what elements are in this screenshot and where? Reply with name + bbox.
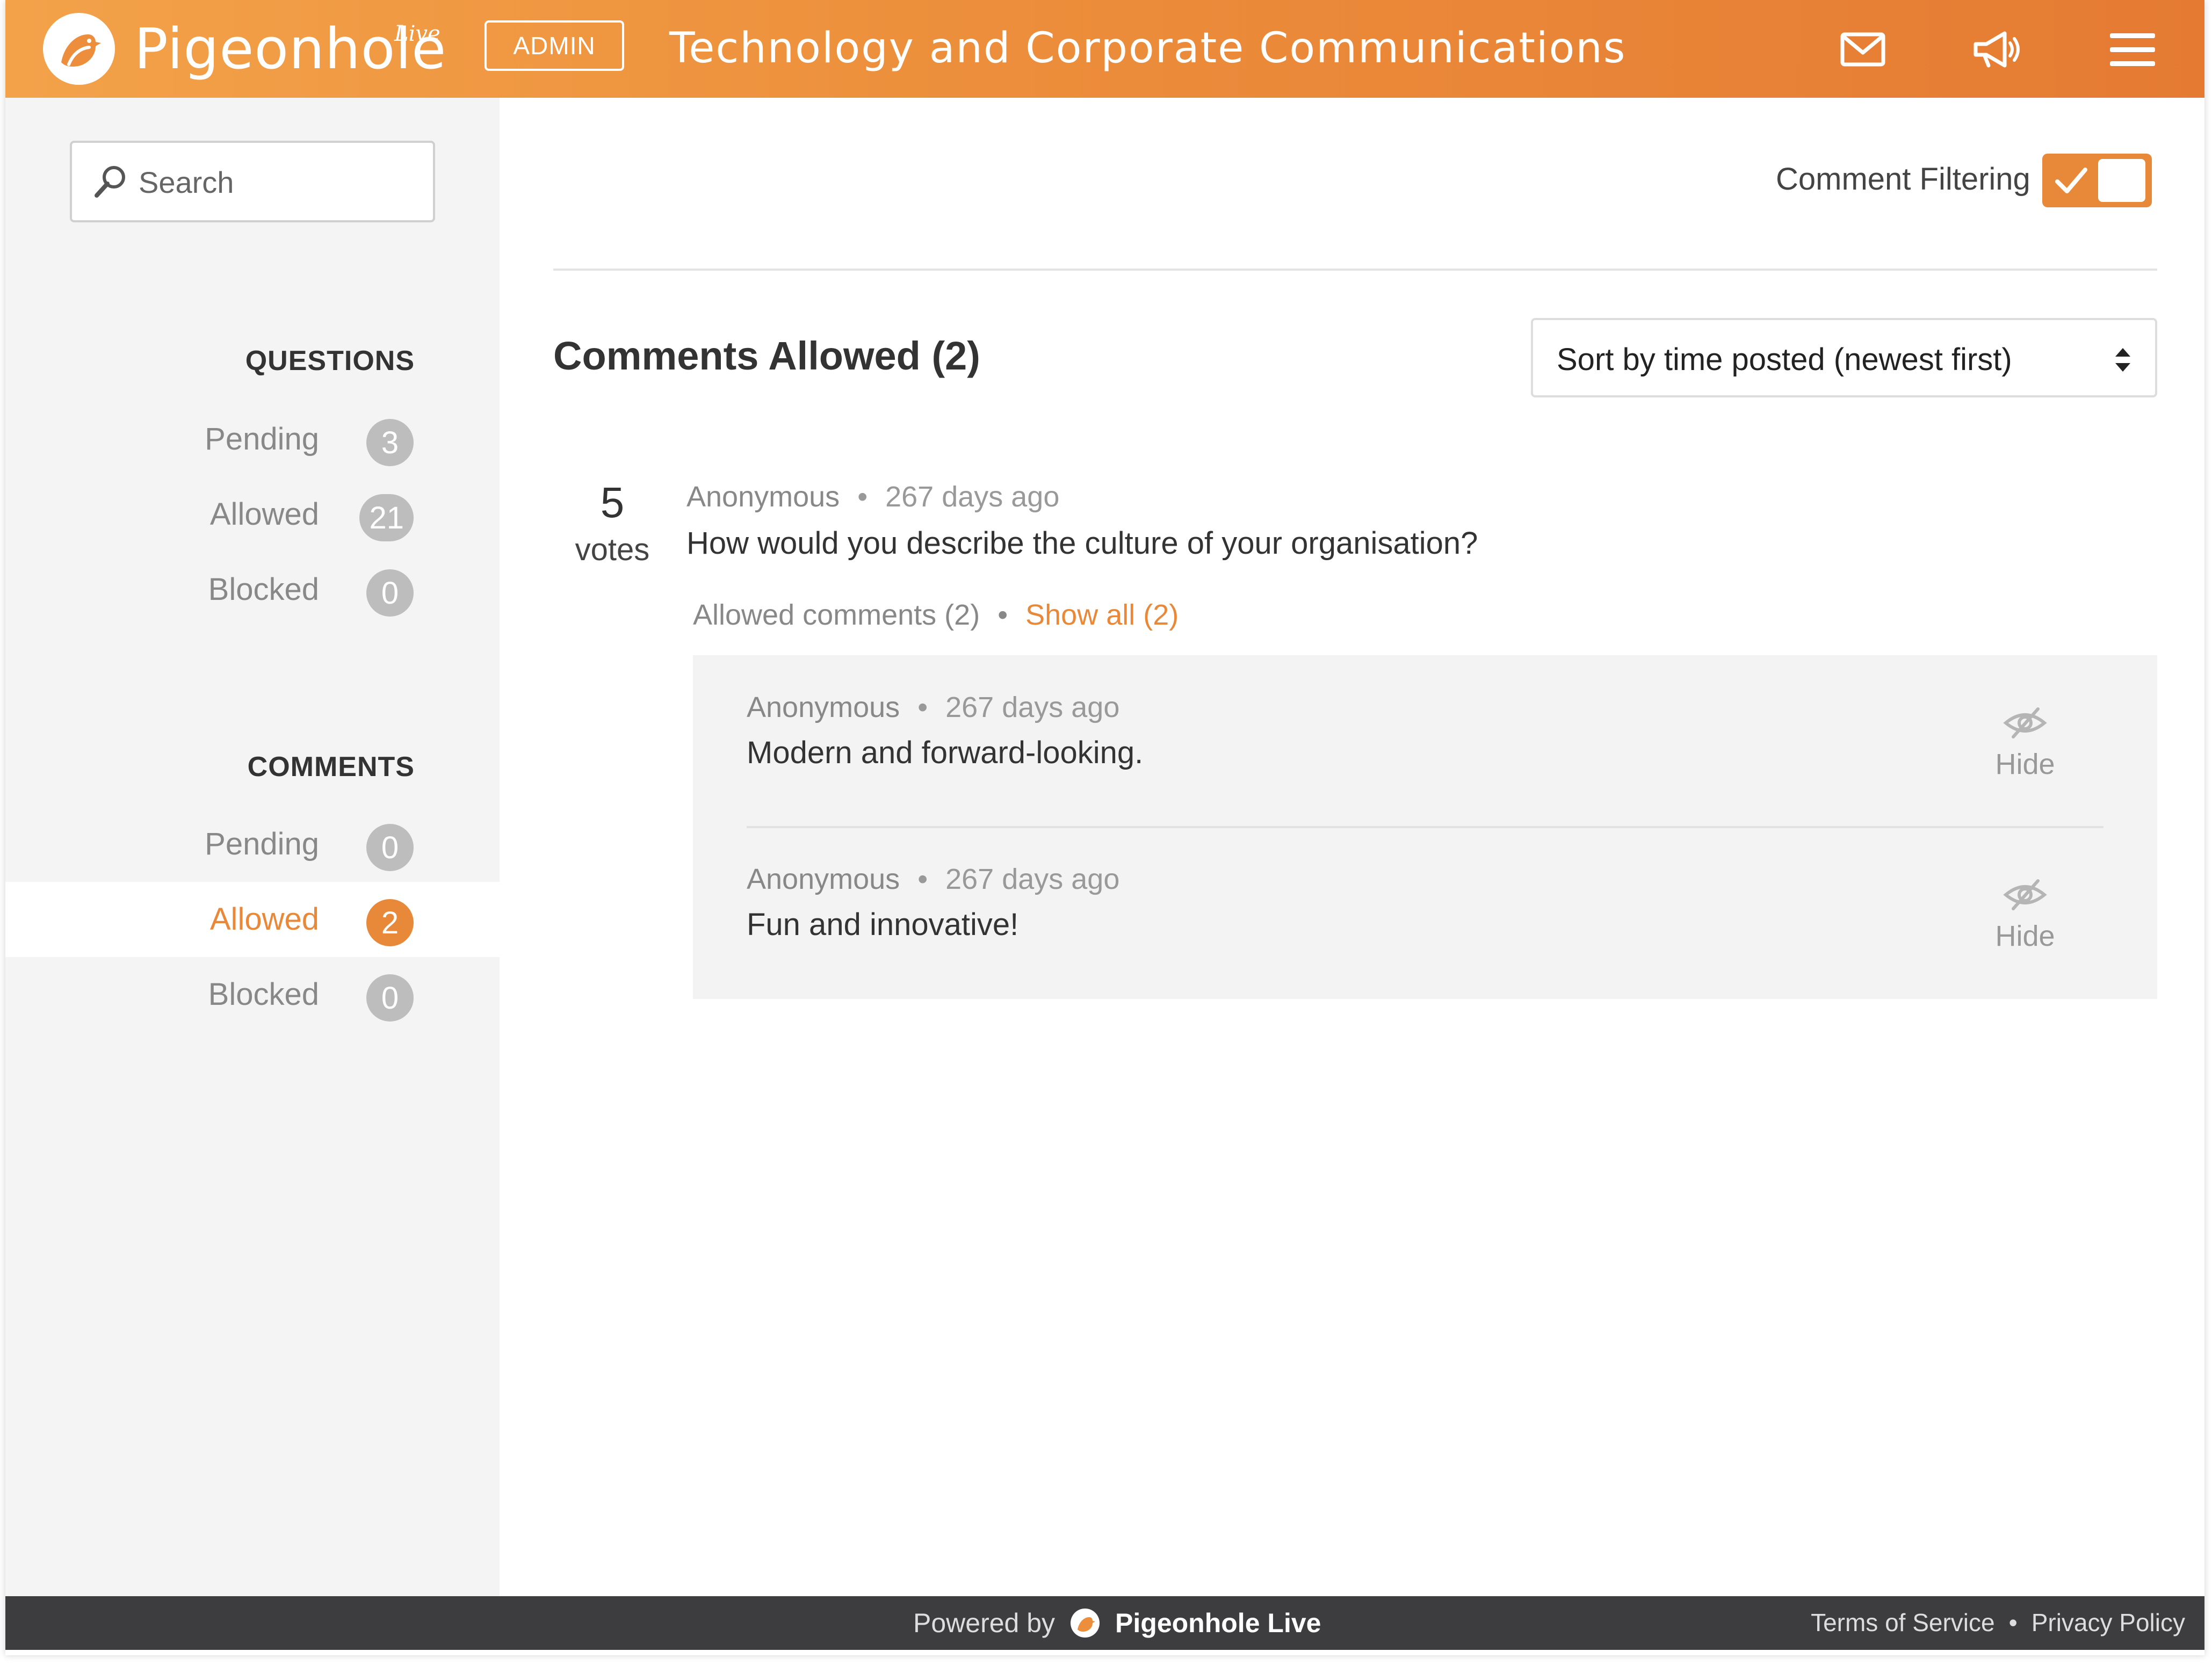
powered-by-label: Powered by bbox=[913, 1608, 1056, 1638]
privacy-link[interactable]: Privacy Policy bbox=[2032, 1608, 2185, 1637]
sidebar-item-questions-blocked[interactable]: Blocked 0 bbox=[5, 552, 500, 627]
eye-slash-icon bbox=[2003, 879, 2047, 910]
question-author: Anonymous bbox=[686, 481, 840, 513]
comments-list: Anonymous • 267 days ago Modern and forw… bbox=[693, 655, 2157, 999]
meta-separator: • bbox=[917, 691, 928, 723]
footer-brand[interactable]: Pigeonhole Live bbox=[1115, 1607, 1321, 1639]
comment-author: Anonymous bbox=[747, 863, 900, 895]
questions-section-title: QUESTIONS bbox=[245, 345, 415, 376]
logo-live-superscript: Live bbox=[394, 21, 440, 46]
app-window: Pigeonhole Live ADMIN Technology and Cor… bbox=[5, 0, 2204, 1655]
hide-comment-button[interactable]: Hide bbox=[1982, 707, 2068, 793]
footer: Powered by Pigeonhole Live Terms of Serv… bbox=[5, 1596, 2204, 1650]
sidebar-item-label: Pending bbox=[205, 422, 319, 457]
votes-label: votes bbox=[575, 532, 650, 567]
event-title: Technology and Corporate Communications bbox=[669, 24, 1627, 73]
show-all-link[interactable]: Show all (2) bbox=[1025, 599, 1179, 631]
sidebar-item-label: Blocked bbox=[208, 572, 319, 607]
eye-slash-icon bbox=[2003, 707, 2047, 738]
question-time: 267 days ago bbox=[885, 481, 1060, 513]
comment-text: Modern and forward-looking. bbox=[747, 735, 1144, 770]
pigeonhole-logo-icon[interactable] bbox=[43, 13, 115, 85]
count-badge: 3 bbox=[366, 419, 414, 466]
comment-time: 267 days ago bbox=[945, 863, 1120, 895]
powered-by: Powered by Pigeonhole Live bbox=[913, 1607, 1321, 1639]
sidebar-item-label: Allowed bbox=[209, 497, 319, 532]
admin-button[interactable]: ADMIN bbox=[485, 20, 624, 71]
announcement-icon[interactable] bbox=[1971, 26, 2023, 73]
comment-time: 267 days ago bbox=[945, 691, 1120, 723]
divider bbox=[553, 269, 2157, 271]
comments-section-title: COMMENTS bbox=[247, 751, 415, 783]
comment-filtering-toggle[interactable] bbox=[2042, 154, 2152, 207]
checkmark-icon bbox=[2055, 168, 2087, 193]
comment-author: Anonymous bbox=[747, 691, 900, 723]
meta-separator: • bbox=[917, 863, 928, 895]
sidebar-item-label: Allowed bbox=[209, 902, 319, 937]
allowed-comments-line: Allowed comments (2) • Show all (2) bbox=[693, 598, 1179, 632]
sidebar-item-comments-allowed[interactable]: Allowed 2 bbox=[5, 882, 500, 957]
sidebar-item-questions-pending[interactable]: Pending 3 bbox=[5, 402, 500, 477]
vote-count: 5 bbox=[600, 479, 625, 526]
hide-label: Hide bbox=[1995, 748, 2055, 780]
comment-item: Anonymous • 267 days ago Modern and forw… bbox=[693, 655, 2157, 828]
count-badge: 0 bbox=[366, 569, 414, 617]
allowed-comments-label: Allowed comments (2) bbox=[693, 599, 980, 631]
count-badge: 0 bbox=[366, 974, 414, 1022]
comment-meta: Anonymous • 267 days ago bbox=[747, 863, 1119, 896]
sidebar: QUESTIONS Pending 3 Allowed 21 Blocked 0… bbox=[5, 98, 500, 1596]
sort-arrows-icon bbox=[2115, 348, 2130, 372]
page-title: Comments Allowed (2) bbox=[553, 334, 980, 378]
question-meta: Anonymous • 267 days ago bbox=[686, 480, 1059, 513]
top-header-bar: Pigeonhole Live ADMIN Technology and Cor… bbox=[5, 0, 2204, 98]
search-input[interactable] bbox=[139, 158, 418, 206]
count-badge: 0 bbox=[366, 824, 414, 871]
terms-link[interactable]: Terms of Service bbox=[1811, 1608, 1995, 1637]
count-badge: 21 bbox=[359, 494, 414, 541]
mail-icon[interactable] bbox=[1837, 26, 1889, 73]
footer-links: Terms of Service • Privacy Policy bbox=[1811, 1608, 2185, 1637]
hide-label: Hide bbox=[1995, 920, 2055, 952]
comment-meta: Anonymous • 267 days ago bbox=[747, 691, 1119, 724]
search-icon bbox=[95, 166, 125, 198]
comment-item: Anonymous • 267 days ago Fun and innovat… bbox=[693, 827, 2157, 999]
question-text: How would you describe the culture of yo… bbox=[686, 526, 1478, 561]
footer-separator: • bbox=[2008, 1609, 2018, 1636]
count-badge: 2 bbox=[366, 899, 414, 946]
sort-selected-value: Sort by time posted (newest first) bbox=[1557, 342, 2012, 377]
sidebar-item-comments-blocked[interactable]: Blocked 0 bbox=[5, 957, 500, 1032]
sidebar-item-label: Blocked bbox=[208, 977, 319, 1012]
pigeonhole-logo-icon bbox=[1071, 1609, 1100, 1638]
hamburger-menu-icon[interactable] bbox=[2107, 26, 2158, 73]
meta-separator: • bbox=[857, 481, 868, 513]
sidebar-item-label: Pending bbox=[205, 827, 319, 861]
hide-comment-button[interactable]: Hide bbox=[1982, 879, 2068, 965]
comment-text: Fun and innovative! bbox=[747, 907, 1019, 942]
comment-filtering-label: Comment Filtering bbox=[1776, 162, 2030, 197]
sort-select[interactable]: Sort by time posted (newest first) bbox=[1531, 318, 2157, 397]
sidebar-item-comments-pending[interactable]: Pending 0 bbox=[5, 807, 500, 882]
toggle-knob bbox=[2098, 159, 2145, 202]
search-box[interactable] bbox=[70, 141, 435, 222]
sidebar-item-questions-allowed[interactable]: Allowed 21 bbox=[5, 477, 500, 552]
meta-separator: • bbox=[997, 599, 1008, 631]
